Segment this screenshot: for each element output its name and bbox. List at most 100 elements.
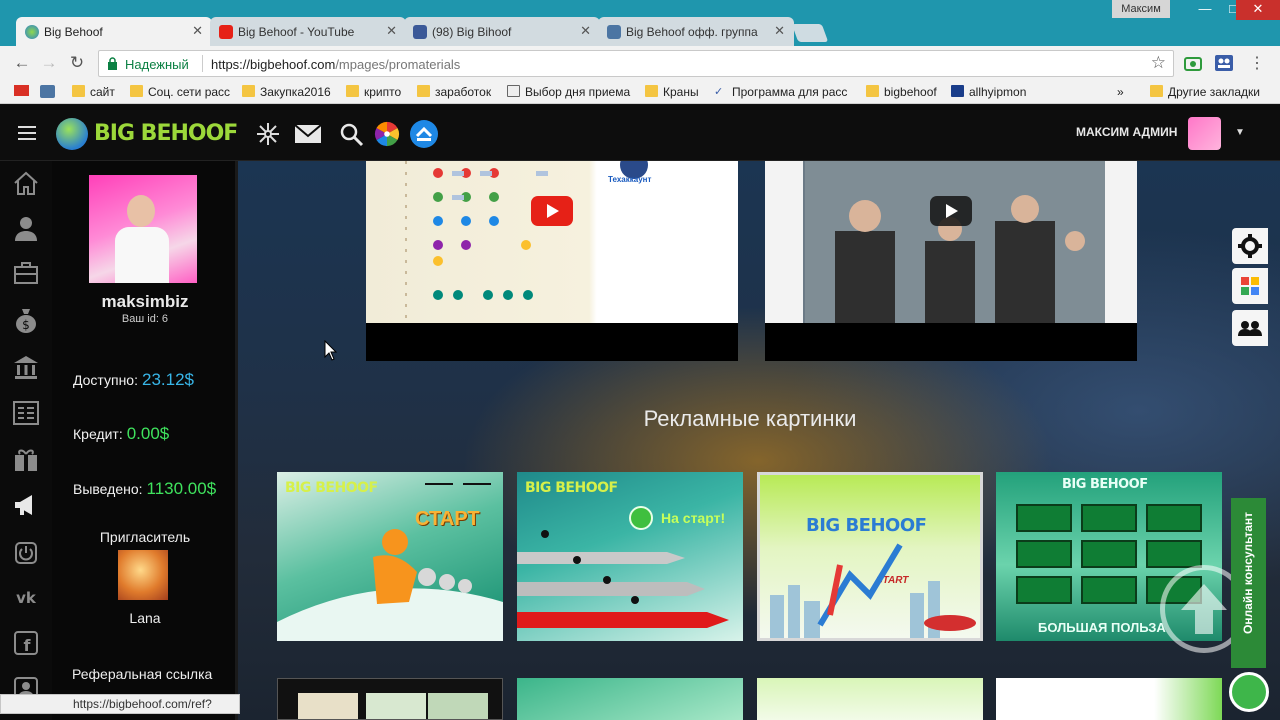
tab-title: Big Behoof - YouTube (238, 25, 355, 39)
crosshair-icon[interactable] (254, 121, 282, 147)
google-apps-icon[interactable] (1232, 268, 1268, 304)
mail-icon[interactable] (294, 121, 322, 147)
bookmark-folder[interactable]: Закупка2016 (242, 85, 331, 99)
address-bar[interactable]: Надежный https://bigbehoof.com/mpages/pr… (98, 50, 1174, 77)
profile-avatar[interactable] (89, 175, 197, 283)
promo-banner-partial[interactable] (996, 678, 1222, 720)
money-bag-icon[interactable]: $ (12, 306, 40, 334)
bank-icon[interactable] (12, 353, 40, 381)
header-avatar[interactable] (1188, 117, 1221, 150)
banner-logo: BIG BEHOOF (1062, 477, 1148, 492)
tab-title: (98) Big Bihoof (432, 25, 512, 39)
tab-youtube[interactable]: Big Behoof - YouTube ✕ (210, 17, 406, 46)
url-text[interactable]: https://bigbehoof.com/mpages/promaterial… (211, 57, 460, 72)
promo-banner-partial[interactable] (517, 678, 743, 720)
people-extension-icon[interactable] (1215, 55, 1233, 71)
settings-gear-icon[interactable] (1232, 228, 1268, 264)
lock-icon (108, 57, 117, 70)
users-group-icon[interactable] (1232, 310, 1268, 346)
new-tab-button[interactable] (791, 24, 829, 42)
gift-icon[interactable] (12, 445, 40, 473)
chat-bubble-icon[interactable] (1229, 672, 1269, 712)
video-player-2[interactable] (765, 161, 1137, 361)
reload-icon[interactable]: ↻ (65, 53, 89, 73)
promo-banner-start[interactable]: BIG BEHOOF СТАРТ (277, 472, 503, 641)
browser-titlebar: Максим — □ ✕ Big Behoof ✕ Big Behoof - Y… (0, 0, 1280, 46)
facebook-icon[interactable]: f (12, 629, 40, 657)
close-icon[interactable]: ✕ (774, 23, 785, 39)
site-header: BIG BEHOOF МАКСИМ АДМИН ▼ (0, 105, 1280, 161)
gmail-icon[interactable] (14, 85, 29, 99)
tab-title: Big Behoof (44, 25, 103, 39)
power-icon[interactable] (12, 537, 40, 565)
video-player-1[interactable]: Техаккаунт (366, 161, 738, 361)
youtube-icon (219, 25, 233, 39)
bookmark-folder[interactable]: Соц. сети расс (130, 85, 230, 99)
search-icon[interactable] (338, 121, 366, 147)
promo-banner-partial[interactable] (277, 678, 503, 720)
badge-icon[interactable] (409, 119, 439, 149)
menu-kebab-icon[interactable]: ⋮ (1245, 53, 1269, 73)
more-bookmarks-icon[interactable]: » (1117, 85, 1124, 99)
close-icon[interactable]: ✕ (386, 23, 397, 39)
inviter-name[interactable]: Lana (52, 610, 238, 626)
folder-icon (866, 85, 879, 97)
youtube-play-icon[interactable] (930, 196, 972, 226)
inviter-avatar[interactable] (118, 550, 168, 600)
bookmark-star-icon[interactable]: ☆ (1151, 53, 1166, 73)
briefcase-icon[interactable] (12, 259, 40, 287)
profile-badge[interactable]: Максим (1112, 0, 1170, 18)
menu-hamburger-icon[interactable] (18, 126, 36, 144)
profile-username: maksimbiz (101, 292, 189, 311)
benefit-tile (1081, 504, 1137, 532)
bookmark-folder[interactable]: bigbehoof (866, 85, 937, 99)
fortune-wheel-icon[interactable] (373, 121, 401, 147)
user-icon[interactable] (12, 214, 40, 242)
bookmark-folder[interactable]: заработок (417, 85, 491, 99)
folder-icon (1150, 85, 1163, 97)
bookmark-link[interactable]: allhyipmon (951, 85, 1026, 99)
promo-banner-graph[interactable]: BIG BEHOOF START (757, 472, 983, 641)
bookmark-link[interactable]: ✓ Программа для расс (714, 85, 847, 99)
video-thumbnail: Техаккаунт (366, 161, 738, 323)
user-panel: maksimbiz Ваш id: 6 Доступно: 23.12$ Кред… (52, 161, 238, 720)
promo-banner-partial[interactable] (757, 678, 983, 720)
close-window-button[interactable]: ✕ (1236, 0, 1280, 20)
promo-banner-ready[interactable]: BIG BEHOOF На старт! (517, 472, 743, 641)
other-bookmarks[interactable]: Другие закладки (1150, 85, 1260, 99)
home-icon[interactable] (12, 169, 40, 197)
vk-icon[interactable] (40, 85, 55, 101)
tab-bigbehoof[interactable]: Big Behoof ✕ (16, 17, 212, 46)
back-icon[interactable]: ← (10, 53, 34, 73)
bookmark-folder[interactable]: сайт (72, 85, 115, 99)
section-title: Рекламные картинки (643, 406, 857, 431)
vk-icon[interactable]: vk (12, 583, 40, 611)
close-icon[interactable]: ✕ (192, 23, 203, 39)
balance-available: Доступно: 23.12$ (73, 370, 194, 389)
arrows-runners-image (517, 530, 729, 628)
header-user-name[interactable]: МАКСИМ АДМИН (1076, 125, 1177, 139)
h-icon (951, 85, 964, 97)
close-icon[interactable]: ✕ (580, 23, 591, 39)
bookmark-link[interactable]: Выбор дня приема (507, 85, 630, 99)
site-logo[interactable]: BIG BEHOOF (56, 116, 238, 150)
online-consultant-tab[interactable]: Онлайн консультант (1231, 498, 1266, 668)
screenshot-extension-icon[interactable] (1184, 55, 1202, 71)
tab-facebook[interactable]: (98) Big Bihoof ✕ (404, 17, 600, 46)
bookmark-folder[interactable]: крипто (346, 85, 401, 99)
caret-down-icon[interactable]: ▼ (1235, 127, 1245, 138)
bigbehoof-icon (25, 25, 39, 39)
youtube-play-icon[interactable] (531, 196, 573, 226)
banner-image (428, 693, 488, 719)
minimize-button[interactable]: — (1190, 0, 1220, 20)
forward-icon[interactable]: → (37, 53, 61, 73)
runners-figure-image (277, 483, 503, 641)
benefit-tile (1081, 576, 1137, 604)
balance-credit: Кредит: 0.00$ (73, 424, 170, 443)
tab-vk[interactable]: Big Behoof офф. группа ✕ (598, 17, 794, 46)
bookmarks-bar: сайт Соц. сети расс Закупка2016 крипто з… (0, 80, 1280, 104)
bookmark-folder[interactable]: Краны (645, 85, 699, 99)
megaphone-icon[interactable] (12, 491, 40, 519)
vk-icon (607, 25, 621, 39)
list-icon[interactable] (12, 399, 40, 427)
